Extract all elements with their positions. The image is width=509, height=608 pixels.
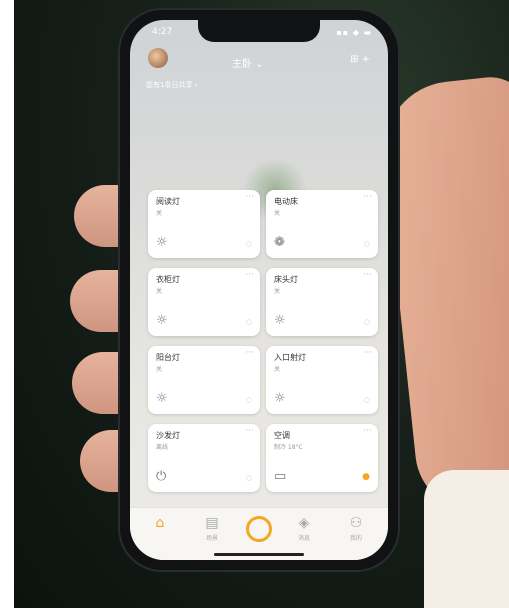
phone-screen: 4:27 ▪▪ ◆ ▬ 主卧 ⌄ ⊞ + 您有1条日共享 › 阅读灯 关 ···…	[130, 20, 388, 560]
device-card-bedside-light[interactable]: 床头灯 关 ··· ☼ ○	[266, 268, 378, 336]
power-toggle[interactable]: ○	[246, 240, 252, 248]
tab-scenes[interactable]: ▤ 场景	[192, 515, 232, 542]
device-state: 关	[156, 366, 163, 373]
device-state: 关	[274, 288, 281, 295]
power-toggle[interactable]: ○	[246, 474, 252, 482]
tab-bar: ⌂ ▤ 场景 ◈ 消息 ⚇ 我的	[130, 507, 388, 560]
device-name: 入口射灯	[274, 353, 306, 362]
sleeve	[424, 470, 509, 608]
tab-messages[interactable]: ◈ 消息	[284, 515, 324, 542]
device-name: 床头灯	[274, 275, 298, 284]
light-bulb-icon: ☼	[274, 391, 286, 406]
home-indicator	[214, 553, 304, 556]
device-name: 阳台灯	[156, 353, 180, 362]
header-actions[interactable]: ⊞ +	[350, 54, 370, 65]
power-toggle[interactable]: ○	[364, 318, 370, 326]
device-state: 关	[274, 366, 281, 373]
room-selector[interactable]: 主卧 ⌄	[232, 55, 264, 70]
more-icon[interactable]: ···	[363, 192, 372, 202]
person-icon: ⚇	[349, 515, 363, 531]
power-toggle[interactable]: ○	[364, 396, 370, 404]
light-bulb-icon: ☼	[156, 391, 168, 406]
device-state: 制冷 18°C	[274, 444, 303, 451]
device-name: 衣柜灯	[156, 275, 180, 284]
phone: 4:27 ▪▪ ◆ ▬ 主卧 ⌄ ⊞ + 您有1条日共享 › 阅读灯 关 ···…	[120, 10, 398, 570]
air-conditioner-icon: ▭	[274, 469, 287, 484]
device-card-entrance-spotlight[interactable]: 入口射灯 关 ··· ☼ ○	[266, 346, 378, 414]
device-name: 阅读灯	[156, 197, 180, 206]
more-icon[interactable]: ···	[245, 426, 254, 436]
power-toggle[interactable]: ○	[246, 318, 252, 326]
light-bulb-icon: ☼	[156, 313, 168, 328]
device-card-reading-light[interactable]: 阅读灯 关 ··· ☼ ○	[148, 190, 260, 258]
message-icon: ◈	[298, 515, 310, 531]
light-bulb-icon: ☼	[156, 235, 168, 250]
tab-label: 我的	[349, 535, 362, 542]
device-name: 沙发灯	[156, 431, 180, 440]
more-icon[interactable]: ···	[363, 348, 372, 358]
device-name: 电动床	[274, 197, 298, 206]
device-name: 空调	[274, 431, 290, 440]
power-toggle[interactable]: ○	[246, 396, 252, 404]
device-card-electric-bed[interactable]: 电动床 关 ··· ❁ ○	[266, 190, 378, 258]
tab-home[interactable]: ⌂	[140, 515, 180, 533]
device-state: 关	[156, 288, 163, 295]
device-card-balcony-light[interactable]: 阳台灯 关 ··· ☼ ○	[148, 346, 260, 414]
more-icon[interactable]: ···	[245, 270, 254, 280]
status-time: 4:27	[152, 27, 173, 37]
avatar[interactable]	[148, 48, 168, 68]
socket-icon: ⏻	[156, 469, 167, 484]
device-state: 关	[274, 210, 281, 217]
power-toggle[interactable]: ○	[364, 240, 370, 248]
more-icon[interactable]: ···	[363, 270, 372, 280]
bed-icon: ❁	[274, 235, 285, 250]
tab-label: 场景	[205, 535, 218, 542]
power-toggle[interactable]: ●	[362, 472, 370, 482]
notch	[198, 20, 320, 42]
device-card-sofa-light[interactable]: 沙发灯 离线 ··· ⏻ ○	[148, 424, 260, 492]
device-card-air-conditioner[interactable]: 空调 制冷 18°C ··· ▭ ●	[266, 424, 378, 492]
center-ring-button[interactable]	[246, 516, 272, 542]
more-icon[interactable]: ···	[363, 426, 372, 436]
tab-label: 消息	[297, 535, 310, 542]
device-state: 离线	[156, 444, 169, 451]
home-icon: ⌂	[155, 515, 165, 531]
scene-icon: ▤	[205, 515, 219, 531]
status-indicators: ▪▪ ◆ ▬	[336, 28, 372, 37]
light-bulb-icon: ☼	[274, 313, 286, 328]
more-icon[interactable]: ···	[245, 192, 254, 202]
more-icon[interactable]: ···	[245, 348, 254, 358]
share-notice[interactable]: 您有1条日共享 ›	[146, 80, 197, 90]
device-state: 关	[156, 210, 163, 217]
device-card-wardrobe-light[interactable]: 衣柜灯 关 ··· ☼ ○	[148, 268, 260, 336]
tab-profile[interactable]: ⚇ 我的	[336, 515, 376, 542]
